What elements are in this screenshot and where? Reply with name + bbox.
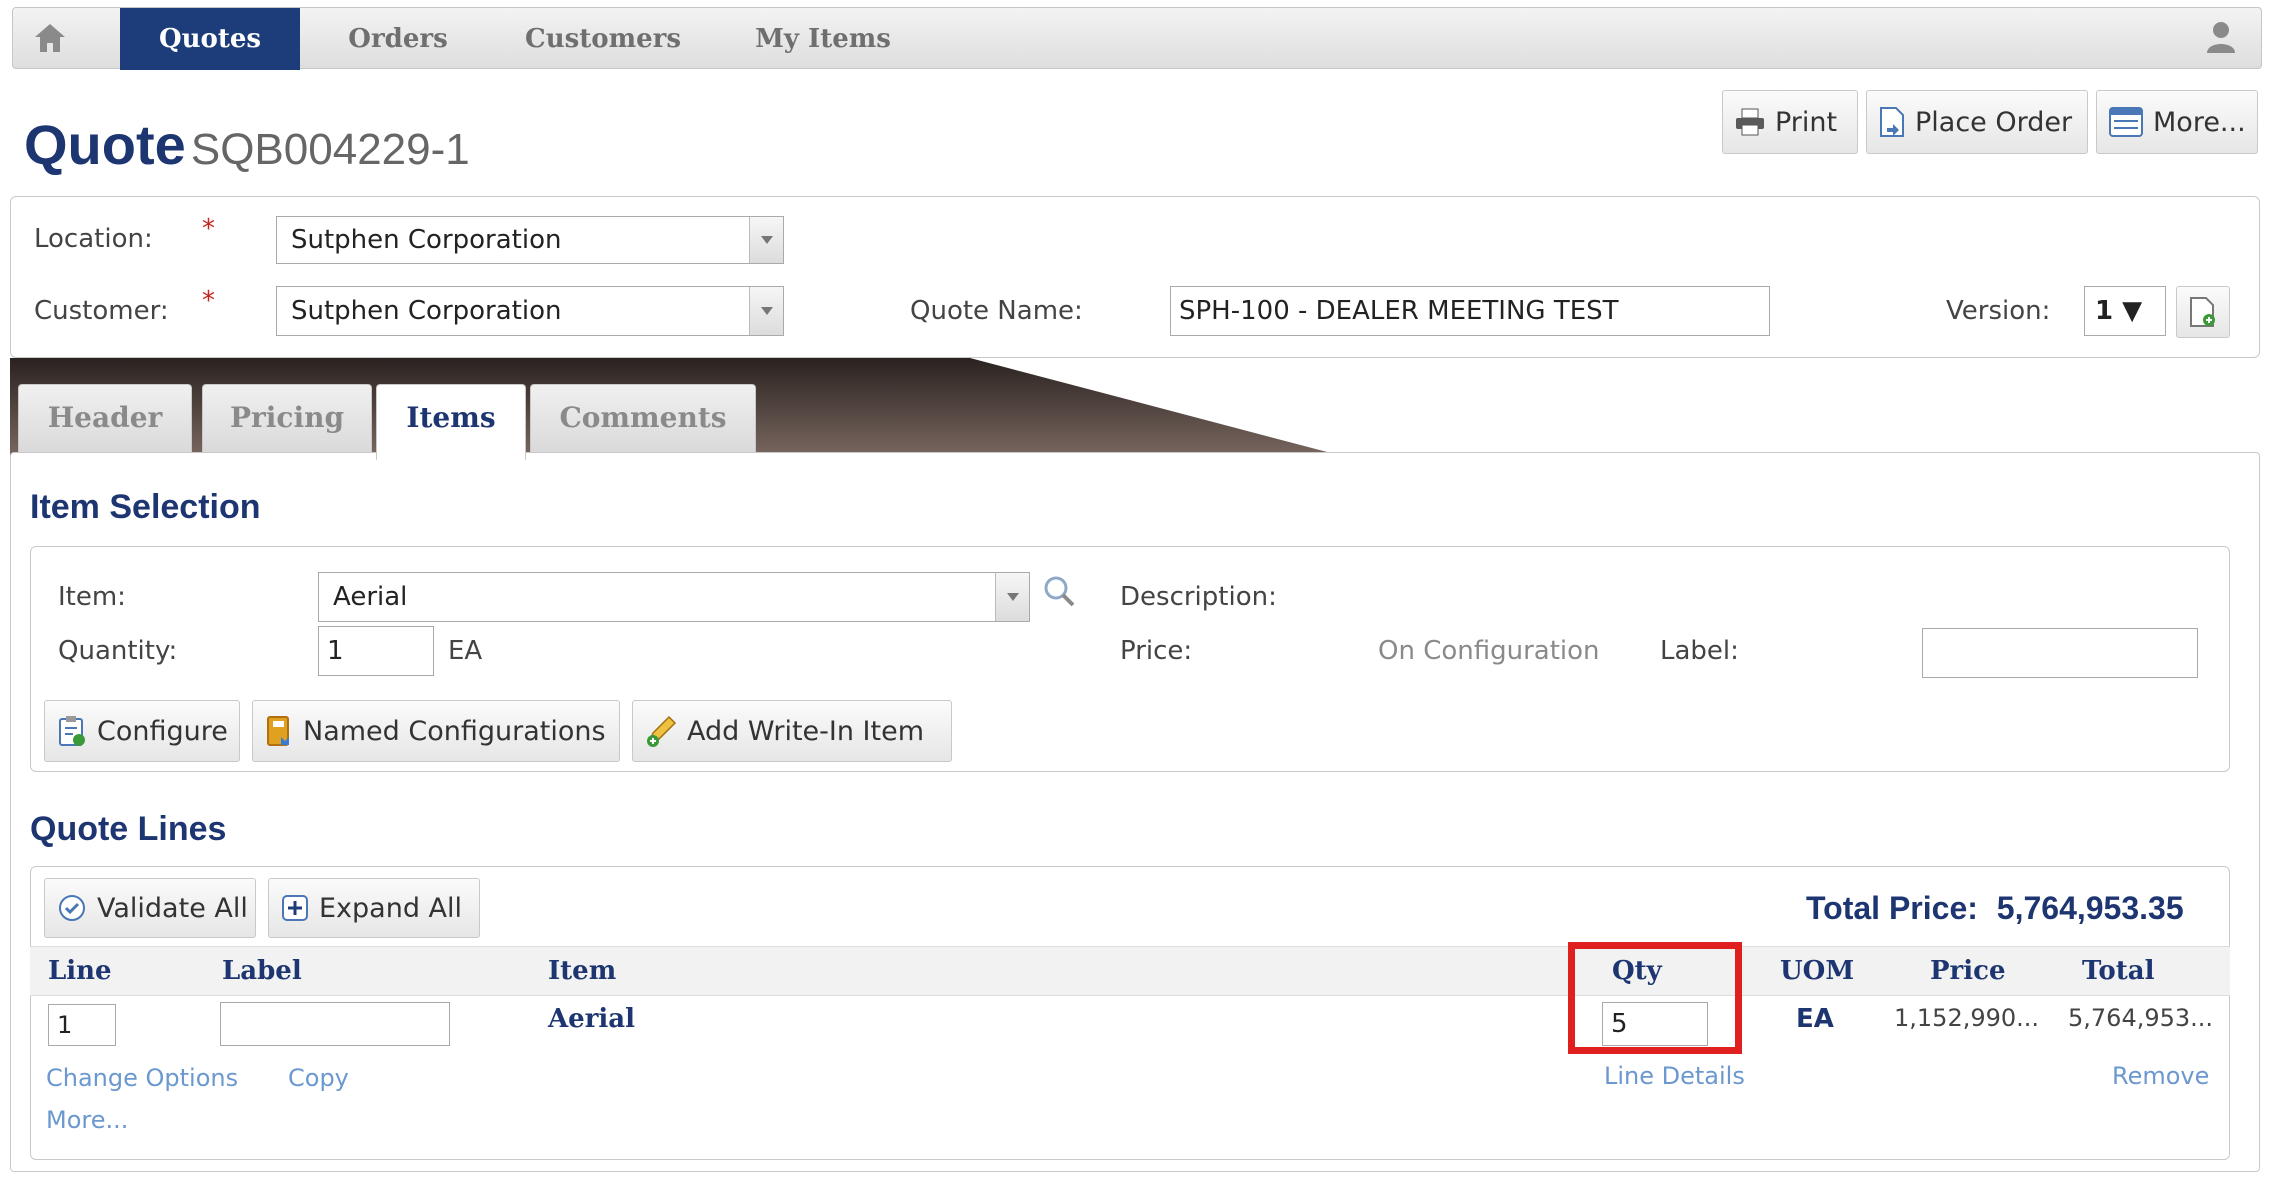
- place-order-button[interactable]: Place Order: [1866, 90, 2088, 154]
- validate-all-label: Validate All: [97, 892, 248, 924]
- line-label-label: Label:: [1660, 636, 1739, 666]
- customer-label: Customer:: [34, 296, 169, 326]
- tab-header[interactable]: Header: [18, 384, 192, 454]
- nav-tab-my-items[interactable]: My Items: [733, 8, 913, 70]
- home-icon[interactable]: [33, 22, 95, 56]
- page-title-label: Quote: [24, 113, 186, 176]
- tab-pricing[interactable]: Pricing: [202, 384, 372, 454]
- quote-name-value: SPH-100 - DEALER MEETING TEST: [1179, 296, 1619, 326]
- page-title: Quote SQB004229-1: [24, 112, 470, 177]
- line-details-link[interactable]: Line Details: [1604, 1062, 1745, 1090]
- quantity-label: Quantity:: [58, 636, 178, 666]
- top-nav-bar: Quotes Orders Customers My Items: [12, 7, 2262, 70]
- expand-all-label: Expand All: [319, 892, 463, 924]
- nav-tab-quotes[interactable]: Quotes: [120, 8, 300, 70]
- customer-select-value: Sutphen Corporation: [291, 296, 562, 326]
- change-options-link[interactable]: Change Options: [46, 1064, 238, 1092]
- copy-link[interactable]: Copy: [288, 1064, 349, 1092]
- line-qty-value: 5: [1611, 1009, 1628, 1039]
- print-label: Print: [1775, 106, 1838, 138]
- location-select-value: Sutphen Corporation: [291, 225, 562, 255]
- printer-icon: [1736, 108, 1764, 136]
- quantity-input[interactable]: 1: [318, 626, 434, 676]
- more-actions-button[interactable]: More...: [2096, 90, 2258, 154]
- item-selection-title: Item Selection: [30, 488, 261, 526]
- line-total: 5,764,953...: [2068, 1004, 2214, 1032]
- column-header-total: Total: [2082, 956, 2155, 986]
- clipboard-edit-icon: [59, 716, 85, 746]
- new-version-button[interactable]: [2176, 286, 2230, 338]
- new-document-icon: [2190, 297, 2215, 327]
- item-select-value: Aerial: [333, 582, 408, 612]
- price-value: On Configuration: [1378, 636, 1600, 666]
- add-write-in-item-button[interactable]: Add Write-In Item: [632, 700, 952, 762]
- line-qty-input[interactable]: 5: [1602, 1002, 1708, 1046]
- column-header-uom: UOM: [1780, 956, 1855, 986]
- version-label: Version:: [1946, 296, 2051, 326]
- total-price-summary: Total Price: 5,764,953.35: [1806, 890, 2184, 927]
- print-button[interactable]: Print: [1722, 90, 1858, 154]
- column-header-item: Item: [548, 956, 617, 986]
- location-label: Location:: [34, 224, 153, 254]
- user-icon[interactable]: [2205, 20, 2241, 58]
- place-order-label: Place Order: [1915, 106, 2073, 138]
- book-icon: [267, 716, 289, 746]
- item-label: Item:: [58, 582, 126, 612]
- remove-link[interactable]: Remove: [2112, 1062, 2209, 1090]
- customer-select[interactable]: Sutphen Corporation: [276, 286, 784, 336]
- column-header-label: Label: [222, 956, 302, 986]
- customer-required-mark: *: [202, 286, 215, 316]
- named-configurations-label: Named Configurations: [303, 715, 606, 747]
- quantity-uom: EA: [448, 636, 483, 666]
- chevron-down-icon[interactable]: [749, 217, 783, 263]
- version-select[interactable]: 1 ▼: [2084, 286, 2166, 336]
- location-required-mark: *: [202, 214, 215, 244]
- line-more-link[interactable]: More...: [46, 1106, 128, 1134]
- price-label: Price:: [1120, 636, 1193, 666]
- item-select[interactable]: Aerial: [318, 572, 1030, 622]
- tab-items[interactable]: Items: [376, 384, 526, 460]
- location-select[interactable]: Sutphen Corporation: [276, 216, 784, 264]
- nav-tab-customers[interactable]: Customers: [503, 8, 703, 70]
- expand-all-button[interactable]: Expand All: [268, 878, 480, 938]
- configure-label: Configure: [97, 715, 228, 747]
- total-price-label: Total Price:: [1806, 890, 1978, 926]
- quote-name-field[interactable]: SPH-100 - DEALER MEETING TEST: [1170, 286, 1770, 336]
- column-header-line: Line: [48, 956, 112, 986]
- line-uom: EA: [1796, 1004, 1834, 1034]
- chevron-down-icon[interactable]: [995, 573, 1029, 621]
- line-number-value: 1: [57, 1011, 73, 1039]
- configure-button[interactable]: Configure: [44, 700, 240, 762]
- total-price-value: 5,764,953.35: [1996, 890, 2184, 926]
- menu-list-icon: [2109, 107, 2143, 137]
- line-number-input[interactable]: 1: [48, 1004, 116, 1046]
- quote-name-label: Quote Name:: [910, 296, 1083, 326]
- column-header-price: Price: [1930, 956, 2006, 986]
- quote-lines-title: Quote Lines: [30, 810, 227, 848]
- add-write-in-item-label: Add Write-In Item: [687, 715, 925, 747]
- plus-square-icon: [282, 895, 308, 921]
- quantity-value: 1: [327, 636, 344, 666]
- label-input[interactable]: [1922, 628, 2198, 678]
- search-icon[interactable]: [1042, 574, 1076, 612]
- tab-comments[interactable]: Comments: [530, 384, 756, 454]
- more-actions-label: More...: [2153, 106, 2246, 138]
- line-label-input[interactable]: [220, 1002, 450, 1046]
- table-header-row: [30, 946, 2230, 996]
- line-price: 1,152,990...: [1894, 1004, 2040, 1032]
- quote-number: SQB004229-1: [190, 125, 470, 174]
- validate-all-button[interactable]: Validate All: [44, 878, 256, 938]
- chevron-down-icon[interactable]: [749, 287, 783, 335]
- check-circle-icon: [59, 895, 85, 921]
- named-configurations-button[interactable]: Named Configurations: [252, 700, 620, 762]
- description-label: Description:: [1120, 582, 1277, 612]
- nav-tab-orders[interactable]: Orders: [323, 8, 473, 70]
- pencil-add-icon: [647, 715, 677, 747]
- document-arrow-icon: [1880, 107, 1904, 137]
- version-select-value: 1 ▼: [2095, 296, 2143, 326]
- line-item-name[interactable]: Aerial: [548, 1004, 635, 1034]
